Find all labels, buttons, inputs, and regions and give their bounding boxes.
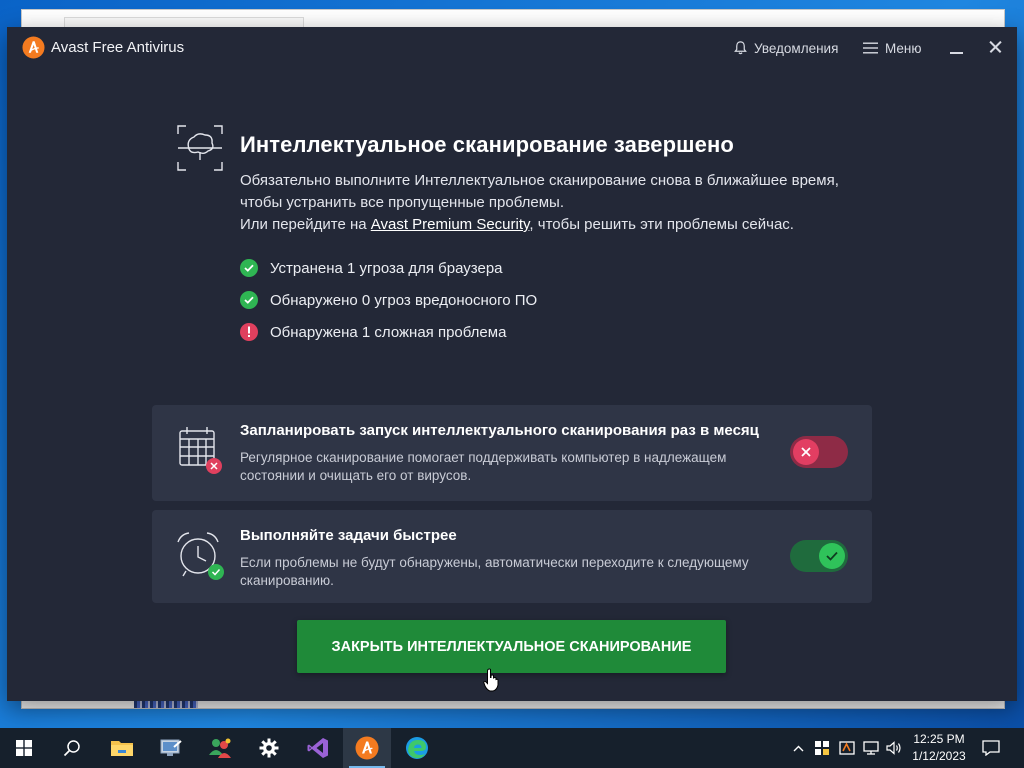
calendar-icon: [179, 427, 222, 474]
minimize-button[interactable]: [947, 35, 967, 59]
edge-browser-icon: [406, 737, 428, 759]
security-shield-icon: [815, 741, 829, 755]
show-hidden-icons-button[interactable]: [788, 728, 808, 768]
background-image-strip: [134, 700, 198, 708]
taskbar-avast[interactable]: [343, 728, 391, 768]
people-icon: [209, 738, 231, 758]
schedule-scan-card: Запланировать запуск интеллектуального с…: [152, 405, 872, 501]
scan-description: Обязательно выполните Интеллектуальное с…: [240, 170, 860, 236]
scan-results-list: Устранена 1 угроза для браузера Обнаруже…: [240, 252, 537, 348]
hamburger-icon: [863, 42, 878, 54]
taskbar-clock[interactable]: 12:25 PM 1/12/2023: [902, 731, 976, 765]
result-text: Устранена 1 угроза для браузера: [270, 259, 503, 277]
notifications-button[interactable]: Уведомления: [733, 39, 838, 57]
network-tray-button[interactable]: [860, 728, 882, 768]
result-item: Устранена 1 угроза для браузера: [240, 252, 537, 284]
close-smart-scan-button[interactable]: ЗАКРЫТЬ ИНТЕЛЛЕКТУАЛЬНОЕ СКАНИРОВАНИЕ: [297, 620, 726, 673]
close-window-button[interactable]: [987, 38, 1005, 56]
windows-security-tray-button[interactable]: [811, 728, 833, 768]
faster-tasks-toggle[interactable]: [790, 540, 848, 572]
faster-tasks-card: Выполняйте задачи быстрее Если проблемы …: [152, 510, 872, 603]
avast-tray-button[interactable]: [836, 728, 858, 768]
taskbar: 12:25 PM 1/12/2023: [0, 728, 1024, 768]
start-button[interactable]: [0, 728, 48, 768]
clock-time: 12:25 PM: [913, 732, 965, 746]
avast-tray-icon: [839, 741, 855, 755]
result-item: Обнаружено 0 угроз вредоносного ПО: [240, 284, 537, 316]
action-center-button[interactable]: [980, 728, 1002, 768]
option-description: Регулярное сканирование помогает поддерж…: [240, 450, 727, 483]
app-title: Avast Free Antivirus: [51, 39, 185, 56]
taskbar-search-button[interactable]: [48, 728, 96, 768]
taskbar-edge[interactable]: [393, 728, 441, 768]
option-title: Запланировать запуск интеллектуального с…: [240, 422, 759, 439]
taskbar-remote-desktop[interactable]: [147, 728, 195, 768]
menu-button[interactable]: Меню: [863, 39, 922, 57]
search-icon: [63, 740, 80, 757]
title-bar: Avast Free Antivirus Уведомления Меню: [7, 27, 1017, 69]
notifications-label: Уведомления: [754, 40, 839, 56]
windows-logo-icon: [16, 740, 32, 756]
network-icon: [863, 741, 879, 755]
description-line-2: Или перейдите на Avast Premium Security,…: [240, 214, 860, 236]
result-item: Обнаружена 1 сложная проблема: [240, 316, 537, 348]
description-line-1: Обязательно выполните Интеллектуальное с…: [240, 172, 839, 211]
speaker-icon: [886, 741, 901, 755]
avast-logo-icon: [22, 36, 45, 59]
bell-icon: [734, 41, 747, 55]
hand-pointer-cursor-icon: [483, 668, 499, 692]
check-icon: [240, 259, 258, 277]
taskbar-settings[interactable]: [245, 728, 293, 768]
check-icon: [240, 291, 258, 309]
toggle-on-check-icon: [819, 543, 845, 569]
exclamation-icon: [240, 323, 258, 341]
taskbar-visual-studio[interactable]: [294, 728, 342, 768]
premium-security-link[interactable]: Avast Premium Security: [371, 216, 530, 233]
taskbar-file-explorer[interactable]: [98, 728, 146, 768]
page-title: Интеллектуальное сканирование завершено: [240, 132, 734, 157]
chevron-up-icon: [793, 745, 803, 751]
taskbar-people-app[interactable]: [196, 728, 244, 768]
option-description: Если проблемы не будут обнаружены, автом…: [240, 555, 749, 588]
description-prefix: Или перейдите на: [240, 216, 371, 233]
alarm-clock-icon: [177, 532, 224, 580]
visual-studio-icon: [307, 738, 328, 758]
smart-scan-icon: [177, 125, 223, 171]
avast-taskbar-icon: [355, 736, 379, 760]
option-title: Выполняйте задачи быстрее: [240, 527, 457, 544]
remote-desktop-icon: [160, 739, 182, 756]
toggle-off-x-icon: [793, 439, 819, 465]
schedule-scan-toggle[interactable]: [790, 436, 848, 468]
result-text: Обнаружено 0 угроз вредоносного ПО: [270, 291, 538, 309]
gear-icon: [259, 738, 279, 758]
result-text: Обнаружена 1 сложная проблема: [270, 323, 507, 341]
clock-date: 1/12/2023: [912, 749, 966, 763]
volume-tray-button[interactable]: [884, 728, 904, 768]
description-suffix: , чтобы решить эти проблемы сейчас.: [529, 216, 794, 233]
avast-window: Avast Free Antivirus Уведомления Меню Ин…: [7, 27, 1017, 701]
menu-label: Меню: [885, 40, 922, 56]
notification-center-icon: [982, 740, 1000, 756]
folder-icon: [111, 741, 133, 756]
